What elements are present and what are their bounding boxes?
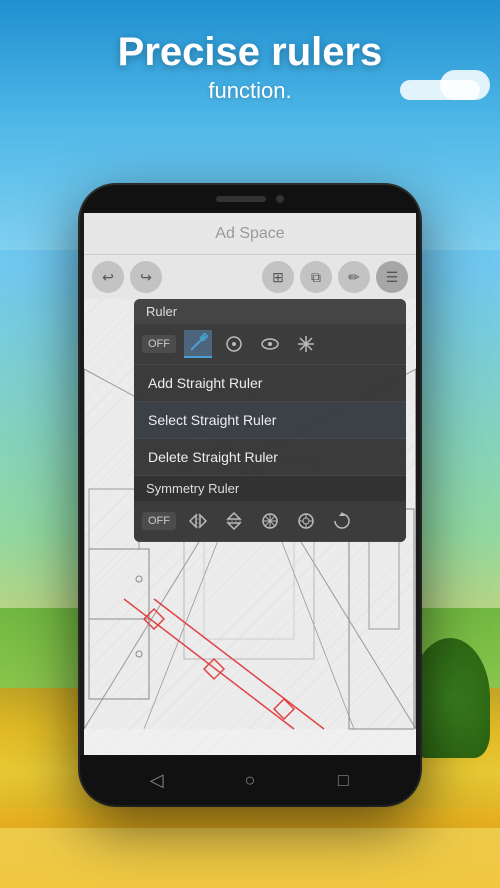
ruler-off-button[interactable]: OFF [142,335,176,353]
sym-flip-v-button[interactable] [220,507,248,535]
phone-screen: Ad Space ↩ ↪ ⊞ ⧉ ✏ ☰ Ruler OFF [84,213,416,755]
layer-button[interactable]: ⊞ [262,261,294,293]
trees-bg [410,638,490,758]
heading-title: Precise rulers [0,30,500,74]
heading-subtitle: function. [0,78,500,104]
front-camera [276,195,284,203]
delete-straight-ruler-item[interactable]: Delete Straight Ruler [134,439,406,476]
copy-button[interactable]: ⧉ [300,261,332,293]
ruler-section-header: Ruler [134,299,406,324]
sym-radial-icon [260,511,280,531]
symmetry-ruler-header: Symmetry Ruler [134,476,406,501]
sym-flip-v-icon [224,511,244,531]
symmetry-off-button[interactable]: OFF [142,512,176,530]
sym-flip-h-button[interactable] [184,507,212,535]
phone-nav-bar: ◁ ○ □ [80,755,420,805]
sym-mandala-icon [296,511,316,531]
edit-button[interactable]: ✏ [338,261,370,293]
home-button[interactable]: ○ [238,768,262,792]
radial-ruler-icon [296,334,316,354]
speaker-grille [216,196,266,202]
add-straight-ruler-item[interactable]: Add Straight Ruler [134,365,406,402]
circle-ruler-button[interactable] [220,330,248,358]
select-straight-ruler-item[interactable]: Select Straight Ruler [134,402,406,439]
pencil-ruler-icon [188,333,208,353]
menu-button[interactable]: ☰ [376,261,408,293]
undo-button[interactable]: ↩ [92,261,124,293]
ruler-icons-row: OFF [134,324,406,365]
phone-frame: Ad Space ↩ ↪ ⊞ ⧉ ✏ ☰ Ruler OFF [80,185,420,805]
sym-radial-button[interactable] [256,507,284,535]
ad-space-bar: Ad Space [84,213,416,255]
ellipse-ruler-button[interactable] [256,330,284,358]
sym-rotate-icon [332,511,352,531]
ruler-dropdown-menu: Ruler OFF [134,299,406,542]
recent-apps-button[interactable]: □ [331,768,355,792]
redo-button[interactable]: ↪ [130,261,162,293]
symmetry-icons-row: OFF [134,501,406,542]
heading-container: Precise rulers function. [0,30,500,104]
back-button[interactable]: ◁ [145,768,169,792]
circle-ruler-icon [224,334,244,354]
pencil-ruler-button[interactable] [184,330,212,358]
sym-flip-h-icon [188,511,208,531]
ad-text: Ad Space [215,225,284,243]
sym-rotate-button[interactable] [328,507,356,535]
sym-mandala-button[interactable] [292,507,320,535]
radial-ruler-button[interactable] [292,330,320,358]
phone-top-bar [80,185,420,213]
toolbar: ↩ ↪ ⊞ ⧉ ✏ ☰ [84,255,416,299]
ellipse-ruler-icon [260,334,280,354]
